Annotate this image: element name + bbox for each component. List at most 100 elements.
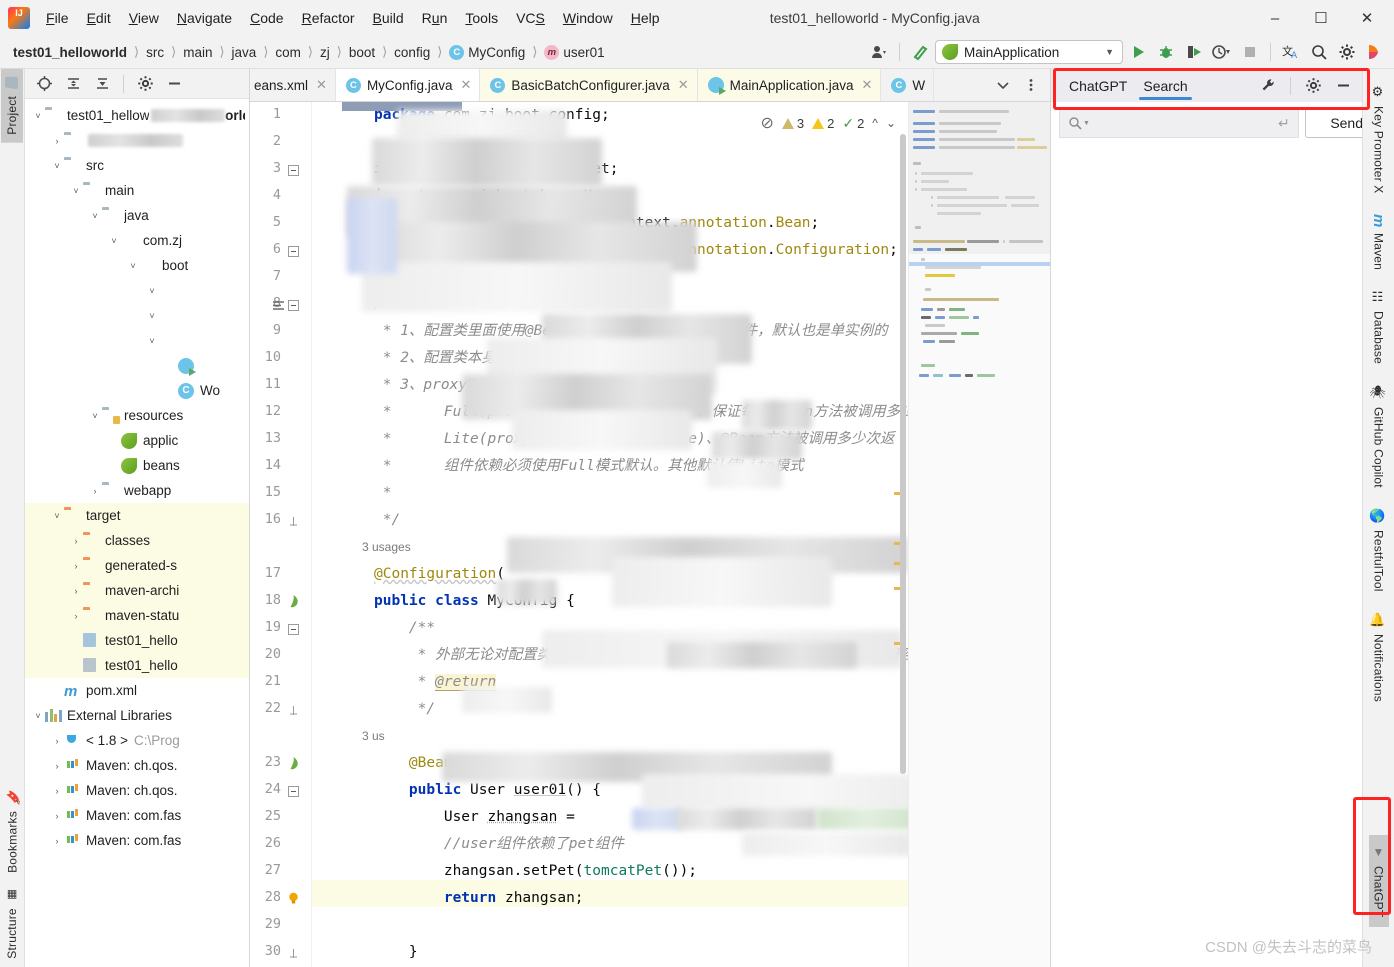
menu-item-window[interactable]: Window bbox=[555, 7, 621, 29]
editor-tab-w[interactable]: C W bbox=[881, 69, 935, 101]
warning-count[interactable]: 2 bbox=[812, 110, 834, 137]
sidebar-item-github-copilot[interactable]: 🕷 GitHub Copilot bbox=[1368, 374, 1389, 498]
breadcrumb-config[interactable]: config bbox=[391, 43, 433, 62]
tree-node[interactable]: › bbox=[25, 128, 249, 153]
gear-icon[interactable] bbox=[1300, 73, 1326, 99]
menu-item-run[interactable]: Run bbox=[414, 7, 456, 29]
code-minimap[interactable] bbox=[908, 102, 1050, 967]
breadcrumb-com[interactable]: com bbox=[272, 43, 304, 62]
tree-node[interactable]: › webapp bbox=[25, 478, 249, 503]
tree-node[interactable]: test01_hello bbox=[25, 628, 249, 653]
breadcrumb-java[interactable]: java bbox=[229, 43, 260, 62]
fold-end-icon[interactable] bbox=[288, 515, 304, 531]
menu-item-edit[interactable]: Edit bbox=[79, 7, 119, 29]
tree-node[interactable]: › maven-archi bbox=[25, 578, 249, 603]
sidebar-item-key-promoter-x[interactable]: ⚙ Key Promoter X bbox=[1368, 75, 1389, 204]
chevron-down-icon[interactable] bbox=[990, 72, 1016, 98]
scrollbar-thumb[interactable] bbox=[900, 134, 906, 774]
minimize-window-button[interactable]: – bbox=[1252, 1, 1298, 35]
sidebar-item-bookmarks[interactable]: Bookmarks 🔖 bbox=[1, 781, 24, 881]
tree-expand-arrow[interactable]: › bbox=[50, 836, 64, 846]
tree-expand-arrow[interactable]: › bbox=[69, 561, 83, 571]
inspection-widget[interactable]: ⊘ 3 2 ✓ 2 ^ ⌄ bbox=[760, 110, 896, 137]
tree-expand-arrow[interactable]: › bbox=[69, 586, 83, 596]
tree-expand-arrow[interactable]: › bbox=[50, 761, 64, 771]
breadcrumb-project[interactable]: test01_helloworld bbox=[10, 43, 130, 62]
fold-minus-icon[interactable] bbox=[288, 299, 304, 315]
tree-expand-arrow[interactable]: ˅ bbox=[145, 336, 159, 346]
close-window-button[interactable]: ✕ bbox=[1344, 1, 1390, 35]
tree-expand-arrow[interactable]: ˅ bbox=[31, 111, 45, 121]
fold-minus-icon[interactable] bbox=[288, 785, 304, 801]
tree-expand-arrow[interactable]: › bbox=[50, 736, 64, 746]
tree-node[interactable]: › Maven: com.fas bbox=[25, 828, 249, 853]
maximize-window-button[interactable]: ☐ bbox=[1298, 1, 1344, 35]
profiler-button[interactable] bbox=[1209, 39, 1235, 65]
spring-bean-icon[interactable] bbox=[286, 756, 302, 772]
fold-end-icon[interactable] bbox=[288, 704, 304, 720]
editor-tab-beans-xml[interactable]: eans.xml ✕ bbox=[250, 69, 336, 101]
inspection-eye-off-icon[interactable]: ⊘ bbox=[760, 110, 773, 137]
editor-gutter[interactable]: 1 2 3 4 5 6 7 8 9 10 11 12 13 14 15 16 17 18 19 20 21 22 23 24 2… bbox=[250, 102, 312, 967]
tree-node[interactable]: ˅ target bbox=[25, 503, 249, 528]
tree-expand-arrow[interactable]: › bbox=[69, 536, 83, 546]
menu-item-vcs[interactable]: VCS bbox=[508, 7, 553, 29]
tree-node[interactable]: › < 1.8 > C:\Prog bbox=[25, 728, 249, 753]
tree-expand-arrow[interactable]: ˅ bbox=[107, 236, 121, 246]
collapse-all-icon[interactable] bbox=[60, 71, 86, 97]
sidebar-item-structure[interactable]: Structure ▦ bbox=[1, 881, 23, 967]
tree-expand-arrow[interactable]: ˅ bbox=[88, 211, 102, 221]
spring-bean-icon[interactable] bbox=[286, 594, 302, 610]
editor-tab-basicbatchconfigurer[interactable]: C BasicBatchConfigurer.java ✕ bbox=[480, 69, 698, 101]
search-input[interactable] bbox=[1095, 115, 1272, 131]
tree-expand-arrow[interactable]: ˅ bbox=[50, 161, 64, 171]
code-content[interactable]: package com.zj.boot.config;import com.zj… bbox=[312, 102, 908, 967]
tree-expand-arrow[interactable]: › bbox=[50, 811, 64, 821]
intention-bulb-icon[interactable] bbox=[286, 891, 302, 907]
sidebar-item-notifications[interactable]: 🔔 Notifications bbox=[1368, 602, 1389, 712]
tree-expand-arrow[interactable]: ˅ bbox=[69, 186, 83, 196]
breadcrumb-boot[interactable]: boot bbox=[346, 43, 378, 62]
breadcrumb-user01[interactable]: m user01 bbox=[541, 43, 607, 62]
tree-node[interactable]: ˅ resources bbox=[25, 403, 249, 428]
editor-tab-mainapplication[interactable]: MainApplication.java ✕ bbox=[697, 69, 882, 101]
weak-warning-count[interactable]: 3 bbox=[781, 110, 804, 137]
search-input-wrapper[interactable]: ▼ ↵ bbox=[1059, 108, 1299, 138]
run-configuration-selector[interactable]: MainApplication ▼ bbox=[935, 40, 1123, 64]
tree-expand-arrow[interactable]: › bbox=[50, 136, 64, 146]
close-tab-icon[interactable]: ✕ bbox=[458, 77, 471, 93]
breadcrumb-main[interactable]: main bbox=[180, 43, 215, 62]
tab-chatgpt[interactable]: ChatGPT bbox=[1061, 71, 1135, 100]
menu-item-build[interactable]: Build bbox=[365, 7, 412, 29]
menu-item-tools[interactable]: Tools bbox=[457, 7, 506, 29]
tree-node[interactable]: ˅ boot bbox=[25, 253, 249, 278]
breadcrumb-src[interactable]: src bbox=[143, 43, 167, 62]
tree-node[interactable]: ˅ java bbox=[25, 203, 249, 228]
tree-node[interactable]: m pom.xml bbox=[25, 678, 249, 703]
menu-item-code[interactable]: Code bbox=[242, 7, 291, 29]
build-hammer-icon[interactable] bbox=[907, 39, 933, 65]
tree-node[interactable]: › Maven: ch.qos. bbox=[25, 753, 249, 778]
tree-node[interactable]: beans bbox=[25, 453, 249, 478]
editor-scrollbar[interactable] bbox=[898, 102, 908, 967]
sidebar-item-project[interactable]: Project bbox=[1, 69, 23, 143]
settings-gear-icon[interactable] bbox=[1334, 39, 1360, 65]
tree-node[interactable]: ˅ src bbox=[25, 153, 249, 178]
tree-expand-arrow[interactable]: ˅ bbox=[145, 286, 159, 296]
tree-expand-arrow[interactable]: › bbox=[50, 786, 64, 796]
tree-node[interactable]: ˅ External Libraries bbox=[25, 703, 249, 728]
tree-node[interactable]: C Wo bbox=[25, 378, 249, 403]
tree-node[interactable]: ˅ bbox=[25, 328, 249, 353]
minimize-icon[interactable] bbox=[1330, 73, 1356, 99]
close-tab-icon[interactable]: ✕ bbox=[676, 77, 689, 93]
tree-expand-arrow[interactable]: ˅ bbox=[145, 311, 159, 321]
fold-minus-icon[interactable] bbox=[288, 623, 304, 639]
tree-node[interactable]: › generated-s bbox=[25, 553, 249, 578]
stop-button[interactable] bbox=[1237, 39, 1263, 65]
menu-item-help[interactable]: Help bbox=[623, 7, 668, 29]
fold-minus-icon[interactable] bbox=[288, 245, 304, 261]
menu-item-navigate[interactable]: Navigate bbox=[169, 7, 240, 29]
doc-comment-icon[interactable] bbox=[272, 299, 288, 315]
menu-item-view[interactable]: View bbox=[121, 7, 167, 29]
menu-item-file[interactable]: File bbox=[38, 7, 77, 29]
